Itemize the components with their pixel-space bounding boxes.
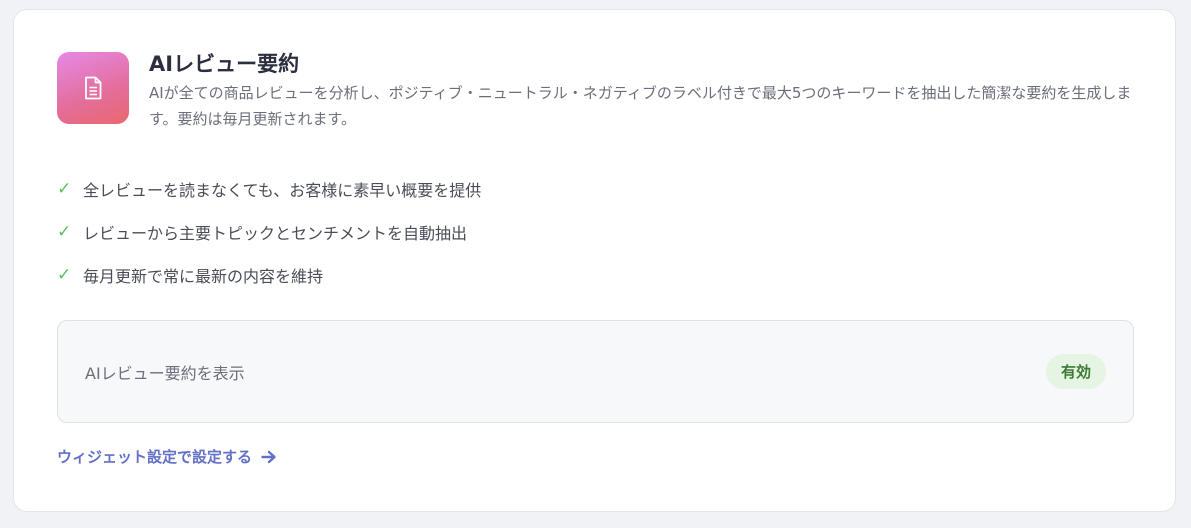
feature-item-text: レビューから主要トピックとセンチメントを自動抽出 bbox=[83, 223, 468, 243]
widget-settings-link-label: ウィジェット設定で設定する bbox=[57, 448, 253, 466]
widget-settings-link[interactable]: ウィジェット設定で設定する bbox=[57, 446, 277, 467]
feature-item: ✓ レビューから主要トピックとセンチメントを自動抽出 bbox=[57, 210, 481, 253]
setting-row: AIレビュー要約を表示 有効 bbox=[57, 320, 1134, 423]
status-badge: 有効 bbox=[1045, 354, 1106, 389]
arrow-right-icon bbox=[261, 450, 277, 464]
check-icon: ✓ bbox=[57, 178, 72, 199]
feature-title: AIレビュー要約 bbox=[149, 52, 300, 76]
feature-header: AIレビュー要約 AIが全ての商品レビューを分析し、ポジティブ・ニュートラル・ネ… bbox=[57, 52, 1147, 132]
check-icon: ✓ bbox=[57, 264, 72, 285]
header-text: AIレビュー要約 AIが全ての商品レビューを分析し、ポジティブ・ニュートラル・ネ… bbox=[149, 52, 1139, 132]
feature-list: ✓ 全レビューを読まなくても、お客様に素早い概要を提供 ✓ レビューから主要トピ… bbox=[57, 167, 481, 296]
feature-item: ✓ 全レビューを読まなくても、お客様に素早い概要を提供 bbox=[57, 167, 481, 210]
check-icon: ✓ bbox=[57, 221, 72, 242]
feature-description: AIが全ての商品レビューを分析し、ポジティブ・ニュートラル・ネガティブのラベル付… bbox=[149, 84, 1132, 128]
feature-item-text: 全レビューを読まなくても、お客様に素早い概要を提供 bbox=[83, 180, 482, 200]
feature-card: AIレビュー要約 AIが全ての商品レビューを分析し、ポジティブ・ニュートラル・ネ… bbox=[13, 9, 1176, 512]
document-icon bbox=[57, 52, 129, 124]
setting-label: AIレビュー要約を表示 bbox=[85, 363, 245, 383]
feature-item: ✓ 毎月更新で常に最新の内容を維持 bbox=[57, 253, 481, 296]
feature-item-text: 毎月更新で常に最新の内容を維持 bbox=[83, 266, 324, 286]
